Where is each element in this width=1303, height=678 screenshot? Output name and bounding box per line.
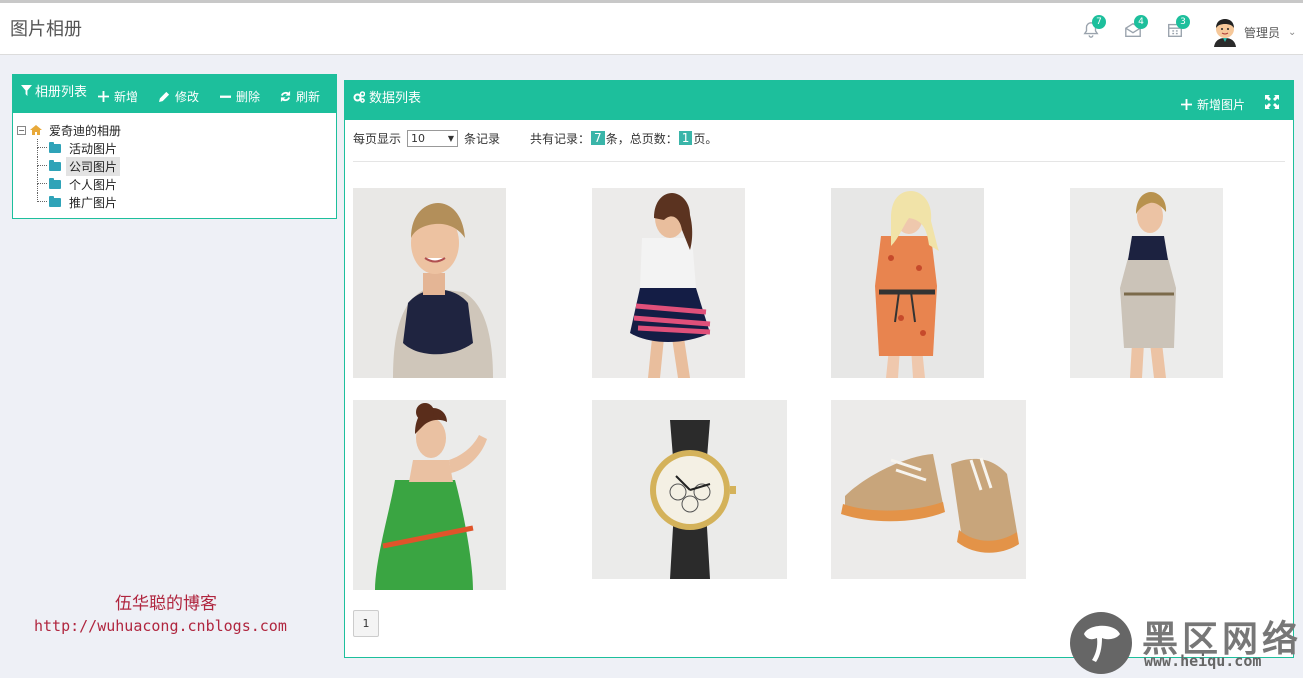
tree-item-personal[interactable]: 个人图片 bbox=[17, 175, 124, 193]
plus-icon bbox=[1181, 99, 1192, 110]
blog-url[interactable]: http://wuhuacong.cnblogs.com bbox=[34, 617, 287, 635]
add-image-button[interactable]: 新增图片 bbox=[1181, 96, 1245, 113]
album-tree-panel: 相册列表 新增 修改 删除 刷新 − 爱奇迪的相册 活动图片 公司图片 个人图片… bbox=[12, 74, 337, 219]
divider bbox=[353, 161, 1285, 162]
total-records-count: 7 bbox=[591, 131, 605, 145]
add-image-label: 新增图片 bbox=[1197, 98, 1246, 112]
message-badge: 4 bbox=[1134, 15, 1148, 29]
photo-woman-gray-dress-2[interactable] bbox=[1070, 188, 1223, 378]
per-page-suffix: 条记录 bbox=[464, 131, 501, 146]
per-page-label: 每页显示 bbox=[353, 131, 402, 146]
page-1-button[interactable]: 1 bbox=[353, 610, 379, 637]
photo-woman-floral-dress[interactable] bbox=[831, 188, 984, 378]
total-pages-label: 条，总页数： bbox=[605, 131, 678, 146]
add-album-label: 新增 bbox=[114, 90, 139, 104]
album-tree-header: 相册列表 新增 修改 删除 刷新 bbox=[13, 75, 336, 113]
album-tree: − 爱奇迪的相册 活动图片 公司图片 个人图片 推广图片 bbox=[17, 121, 124, 211]
photo-woman-green-dress[interactable] bbox=[353, 400, 506, 590]
tree-item-activity[interactable]: 活动图片 bbox=[17, 139, 124, 157]
user-menu[interactable]: 管理员 ⌄ bbox=[1210, 17, 1296, 47]
tree-connector bbox=[37, 139, 47, 157]
tree-item-label: 推广图片 bbox=[69, 195, 118, 210]
total-pages-count: 1 bbox=[678, 131, 693, 145]
folder-icon bbox=[49, 159, 61, 171]
data-list-title-text: 数据列表 bbox=[369, 91, 422, 106]
avatar bbox=[1214, 19, 1236, 47]
refresh-tree-button[interactable]: 刷新 bbox=[280, 88, 320, 105]
dropdown-arrow-icon: ▼ bbox=[447, 133, 455, 143]
watermark-logo bbox=[1070, 612, 1132, 674]
photo-sneakers[interactable] bbox=[831, 400, 1026, 579]
minus-icon bbox=[220, 95, 231, 98]
delete-album-button[interactable]: 删除 bbox=[220, 88, 260, 105]
tree-item-label: 公司图片 bbox=[66, 156, 121, 176]
folder-icon bbox=[49, 195, 61, 207]
calendar-icon[interactable]: 3 bbox=[1166, 15, 1190, 43]
data-list-panel: 数据列表 新增图片 每页显示 10 ▼ 条记录 共有记录： 7 条，总页数： 1… bbox=[344, 80, 1294, 658]
user-name: 管理员 bbox=[1244, 25, 1281, 40]
watermark: 黑区网络 www.heiqu.com bbox=[1068, 608, 1303, 678]
fullscreen-icon[interactable] bbox=[1265, 95, 1279, 109]
page-size-select[interactable]: 10 ▼ bbox=[407, 129, 459, 147]
photo-woman-striped-skirt[interactable] bbox=[592, 188, 745, 378]
pencil-icon bbox=[159, 91, 170, 102]
tree-item-company[interactable]: 公司图片 bbox=[17, 156, 124, 176]
folder-icon bbox=[49, 141, 61, 153]
total-records-label: 共有记录： bbox=[530, 131, 591, 146]
tree-item-promotion[interactable]: 推广图片 bbox=[17, 193, 124, 211]
tree-root-label: 爱奇迪的相册 bbox=[49, 123, 122, 138]
total-pages-suffix: 页。 bbox=[693, 131, 718, 146]
collapse-icon[interactable]: − bbox=[17, 125, 26, 135]
photo-wristwatch[interactable] bbox=[592, 400, 787, 579]
blog-title: 伍华聪的博客 bbox=[115, 594, 217, 614]
tree-root[interactable]: − 爱奇迪的相册 bbox=[17, 121, 124, 139]
record-stats: 共有记录： 7 条，总页数： 1 页。 bbox=[530, 130, 717, 147]
tree-connector bbox=[37, 175, 47, 193]
top-bar: 图片相册 7 4 3 管理员 ⌄ bbox=[0, 0, 1303, 55]
bell-icon[interactable]: 7 bbox=[1082, 15, 1106, 43]
watermark-logo-icon bbox=[1084, 625, 1120, 662]
gears-icon bbox=[353, 90, 365, 103]
notification-badge: 7 bbox=[1092, 15, 1106, 29]
watermark-url: www.heiqu.com bbox=[1144, 652, 1262, 670]
plus-icon bbox=[98, 91, 109, 102]
filter-icon bbox=[21, 85, 32, 96]
edit-album-button[interactable]: 修改 bbox=[159, 88, 199, 105]
refresh-icon bbox=[280, 91, 291, 102]
tree-item-label: 个人图片 bbox=[69, 177, 118, 192]
edit-album-label: 修改 bbox=[175, 90, 200, 104]
home-icon bbox=[30, 125, 42, 135]
delete-album-label: 删除 bbox=[236, 90, 261, 104]
folder-icon bbox=[49, 177, 61, 189]
tree-connector bbox=[37, 193, 47, 202]
refresh-tree-label: 刷新 bbox=[296, 90, 321, 104]
pager-bar: 每页显示 10 ▼ 条记录 共有记录： 7 条，总页数： 1 页。 bbox=[353, 129, 717, 147]
data-list-title: 数据列表 bbox=[353, 87, 421, 106]
mail-icon[interactable]: 4 bbox=[1124, 15, 1148, 43]
album-tree-title: 相册列表 bbox=[21, 81, 87, 100]
task-badge: 3 bbox=[1176, 15, 1190, 29]
app-title: 图片相册 bbox=[10, 19, 82, 40]
page-size-value: 10 bbox=[411, 131, 426, 145]
tree-connector bbox=[37, 157, 47, 175]
add-album-button[interactable]: 新增 bbox=[98, 88, 138, 105]
chevron-down-icon: ⌄ bbox=[1288, 26, 1297, 38]
photo-woman-gray-dress-1[interactable] bbox=[353, 188, 506, 378]
tree-item-label: 活动图片 bbox=[69, 141, 118, 156]
album-tree-title-text: 相册列表 bbox=[35, 85, 88, 100]
data-list-header: 数据列表 新增图片 bbox=[345, 81, 1293, 120]
